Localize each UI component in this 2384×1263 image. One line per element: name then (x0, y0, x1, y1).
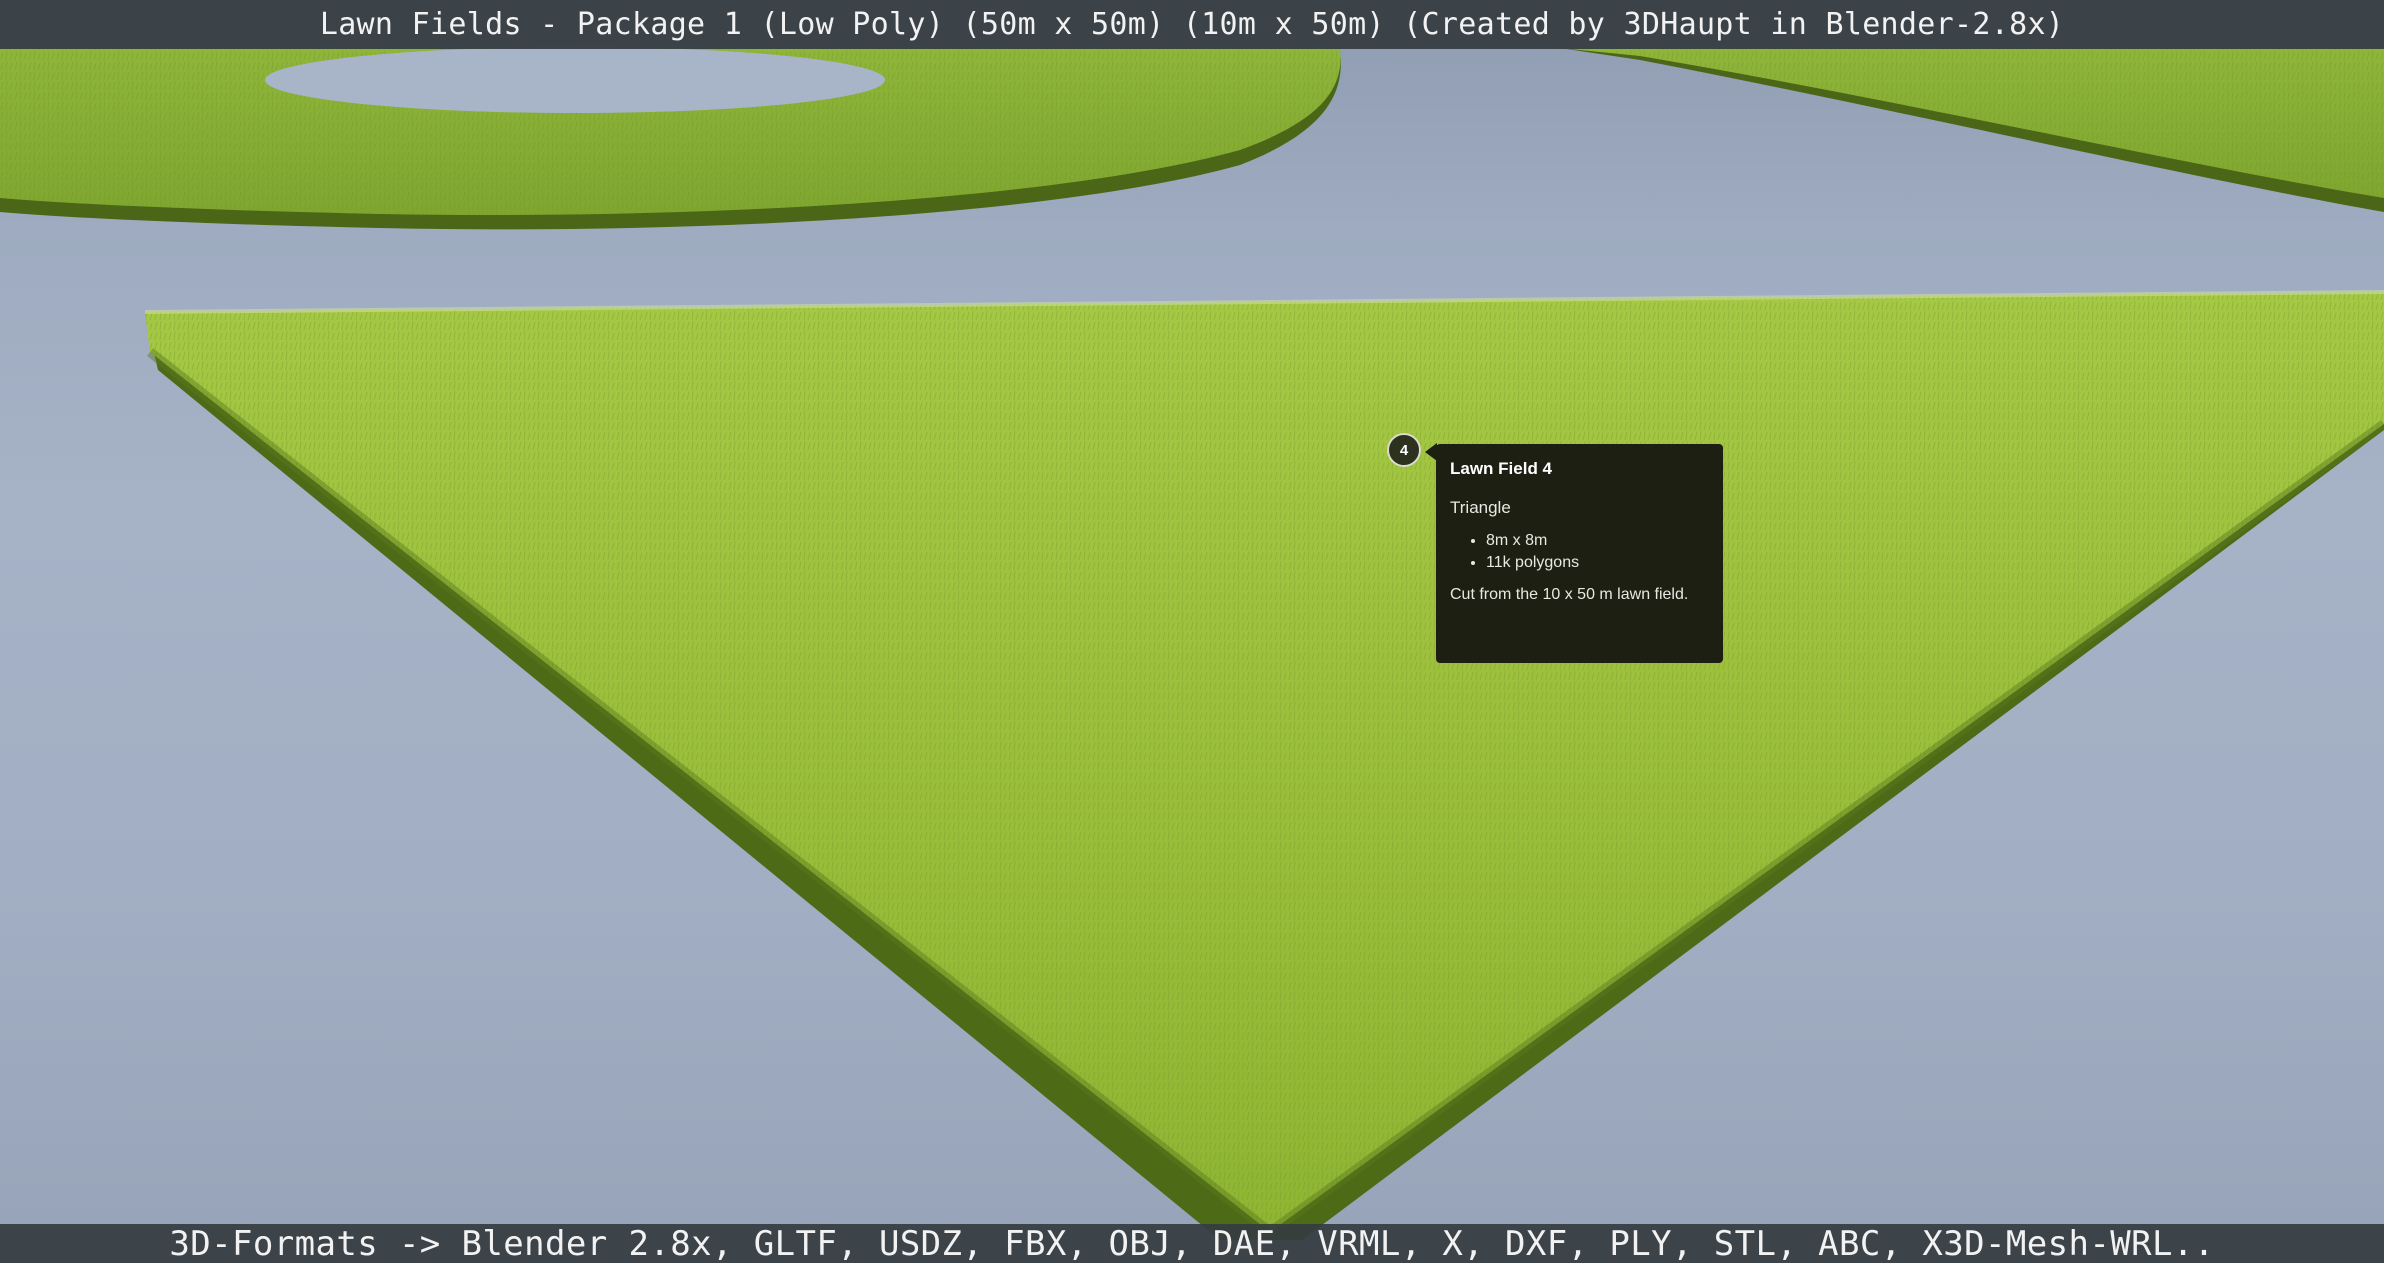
formats-list: 3D-Formats -> Blender 2.8x, GLTF, USDZ, … (169, 1223, 2215, 1263)
formats-bar: 3D-Formats -> Blender 2.8x, GLTF, USDZ, … (0, 1224, 2384, 1263)
lawn-field-strip[interactable] (1560, 48, 2384, 212)
lawn-field-ring[interactable] (0, 47, 1341, 230)
annotation-hotspot[interactable]: 4 (1387, 433, 1421, 467)
annotation-note: Cut from the 10 x 50 m lawn field. (1450, 586, 1689, 603)
ring-hole (265, 47, 885, 113)
annotation-bullets: 8m x 8m 11k polygons (1450, 530, 1709, 574)
annotation-panel: Lawn Field 4 Triangle 8m x 8m 11k polygo… (1436, 444, 1723, 663)
lawn-scene[interactable] (0, 0, 2384, 1263)
3d-viewport[interactable]: Lawn Fields - Package 1 (Low Poly) (50m … (0, 0, 2384, 1263)
lawn-field-triangle[interactable] (144, 290, 2384, 1240)
annotation-title: Lawn Field 4 (1450, 459, 1553, 478)
annotation-bullet-polygons: 11k polygons (1486, 552, 1709, 574)
model-title: Lawn Fields - Package 1 (Low Poly) (50m … (319, 7, 2065, 42)
annotation-bullet-size: 8m x 8m (1486, 530, 1709, 552)
annotation-subtitle: Triangle (1450, 498, 1511, 517)
title-bar: Lawn Fields - Package 1 (Low Poly) (50m … (0, 0, 2384, 49)
